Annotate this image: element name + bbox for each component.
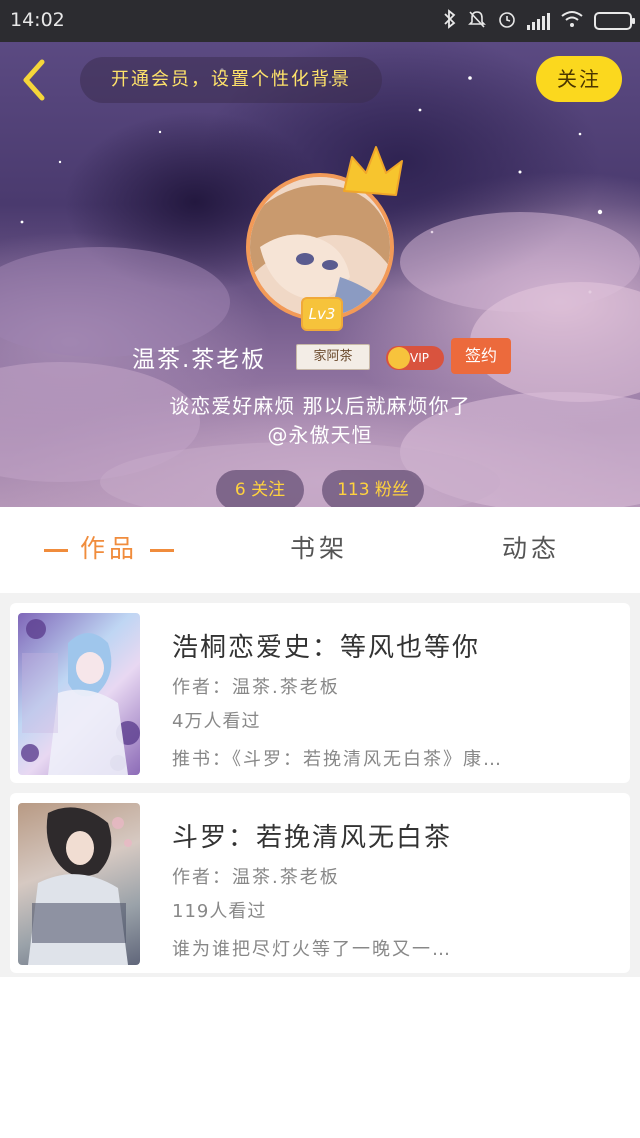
- status-bar: 14:02: [0, 0, 640, 42]
- book-title[interactable]: 斗罗：若挽清风无白茶: [172, 817, 452, 854]
- tab-feed[interactable]: 动态: [502, 529, 560, 569]
- book-card[interactable]: 浩桐恋爱史：等风也等你 作者：温茶.茶老板 4万人看过 推书：《斗罗：若挽清风无…: [10, 603, 630, 783]
- vip-badge[interactable]: VIP: [386, 346, 444, 370]
- profile-tabs: 作品 书架 动态: [0, 507, 640, 593]
- book-author: 作者：温茶.茶老板: [172, 677, 340, 698]
- book-author: 作者：温茶.茶老板: [172, 867, 340, 888]
- book-description: 谁为谁把尽灯火等了一晚又一…: [172, 939, 452, 960]
- profile-header: 开通会员，设置个性化背景 关注 Lv3 温茶.茶老板 家阿茶 VIP 签约 谈恋…: [0, 42, 640, 507]
- signed-author-badge: 签约: [451, 338, 511, 374]
- book-card[interactable]: 斗罗：若挽清风无白茶 作者：温茶.茶老板 119人看过 谁为谁把尽灯火等了一晚又…: [10, 793, 630, 973]
- battery-icon: [594, 12, 635, 30]
- fans-count[interactable]: 113 粉丝: [322, 470, 424, 507]
- back-chevron-icon: [23, 59, 45, 101]
- active-tab-dash-right: [150, 548, 175, 552]
- book-cover-illustration: [28, 807, 132, 965]
- status-icons: [443, 8, 635, 34]
- vip-crown-icon: [388, 347, 410, 369]
- tab-bookshelf[interactable]: 书架: [290, 529, 348, 569]
- username: 温茶.茶老板: [132, 347, 267, 373]
- bluetooth-icon: [443, 8, 457, 34]
- bio: 谈恋爱好麻烦 那以后就麻烦你了 @永傲天恒: [0, 392, 640, 450]
- signal-icon: [527, 12, 550, 30]
- book-cover[interactable]: [18, 613, 140, 775]
- bio-line-1: 谈恋爱好麻烦 那以后就麻烦你了: [169, 394, 471, 418]
- bio-line-2: @永傲天恒: [267, 423, 373, 447]
- crown-icon: [343, 146, 403, 196]
- tab-works-label: 作品: [80, 534, 139, 563]
- book-title[interactable]: 浩桐恋爱史：等风也等你: [172, 627, 480, 664]
- active-tab-dash-left: [44, 548, 68, 552]
- empty-area: [0, 977, 640, 1138]
- status-time: 14:02: [10, 9, 65, 31]
- book-views: 119人看过: [172, 901, 267, 922]
- works-list: 浩桐恋爱史：等风也等你 作者：温茶.茶老板 4万人看过 推书：《斗罗：若挽清风无…: [0, 593, 640, 977]
- tab-works[interactable]: 作品: [32, 529, 186, 569]
- book-cover-illustration: [21, 619, 140, 775]
- vip-label: VIP: [410, 351, 429, 365]
- wifi-icon: [560, 10, 584, 33]
- book-views: 4万人看过: [172, 711, 261, 732]
- book-description: 推书：《斗罗：若挽清风无白茶》康…: [172, 749, 503, 770]
- back-button[interactable]: [14, 56, 54, 104]
- follow-button[interactable]: 关注: [536, 56, 622, 102]
- alarm-icon: [497, 9, 517, 34]
- vip-background-prompt[interactable]: 开通会员，设置个性化背景: [80, 57, 382, 103]
- level-badge: Lv3: [301, 297, 343, 331]
- mute-icon: [467, 9, 487, 34]
- following-count[interactable]: 6 关注: [216, 470, 304, 507]
- name-row: 温茶.茶老板 家阿茶 VIP 签约: [0, 334, 640, 380]
- avatar-container[interactable]: Lv3: [246, 146, 403, 331]
- book-cover[interactable]: [18, 803, 140, 965]
- fan-group-tag[interactable]: 家阿茶: [296, 344, 370, 370]
